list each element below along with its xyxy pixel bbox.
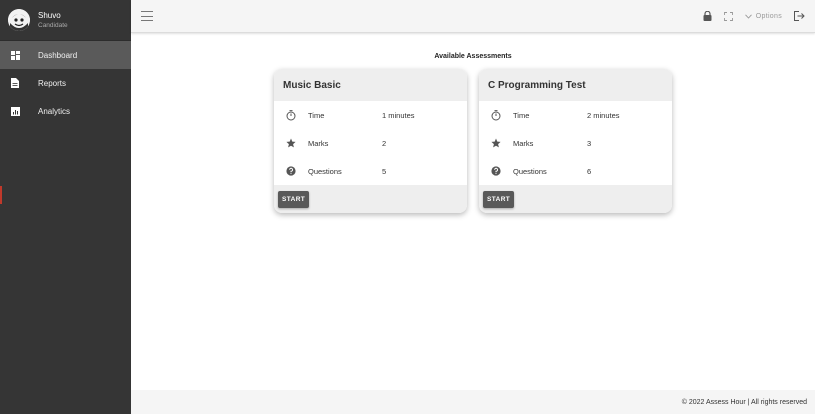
hamburger-icon	[141, 11, 153, 12]
card-row-value: 2 minutes	[587, 110, 620, 120]
top-bar-actions: Options	[703, 11, 815, 21]
sidebar-item-label: Dashboard	[38, 50, 78, 60]
user-name: Shuvo	[38, 10, 61, 20]
card-row-marks: Marks 3	[479, 129, 672, 157]
page-footer: © 2022 Assess Hour | All rights reserved	[131, 390, 815, 414]
card-row-value: 1 minutes	[382, 110, 415, 120]
sidebar-item-label: Analytics	[38, 106, 71, 116]
card-row-questions: Questions 6	[479, 157, 672, 185]
card-footer: START	[479, 185, 672, 213]
options-dropdown[interactable]: Options	[744, 12, 782, 20]
sidebar: Shuvo Candidate Dashboard Reports Analyt…	[0, 0, 131, 414]
dashboard-icon	[10, 50, 20, 60]
card-row-label: Questions	[513, 166, 547, 176]
chevron-down-icon	[744, 13, 752, 19]
star-icon	[274, 138, 308, 148]
page-title: Available Assessments	[434, 53, 512, 60]
card-row-label: Marks	[308, 138, 329, 148]
card-row-value: 6	[587, 166, 592, 176]
card-row-time: Time 1 minutes	[274, 101, 467, 129]
lock-icon[interactable]	[703, 11, 712, 21]
sidebar-item-reports[interactable]: Reports	[0, 69, 131, 97]
start-button[interactable]: START	[278, 190, 310, 208]
menu-toggle-button[interactable]	[141, 11, 153, 21]
card-row-value: 2	[382, 138, 387, 148]
fullscreen-icon[interactable]	[723, 11, 733, 21]
question-icon	[479, 166, 513, 176]
logout-icon[interactable]	[794, 11, 805, 21]
assessment-card: C Programming Test Time 2 minutes Marks …	[479, 69, 672, 213]
user-profile[interactable]: Shuvo Candidate	[0, 0, 131, 41]
card-row-questions: Questions 5	[274, 157, 467, 185]
card-row-label: Time	[308, 110, 325, 120]
start-button[interactable]: START	[483, 190, 515, 208]
document-icon	[10, 78, 20, 88]
card-row-value: 3	[587, 138, 592, 148]
card-title: C Programming Test	[479, 69, 672, 101]
question-icon	[274, 166, 308, 176]
card-row-marks: Marks 2	[274, 129, 467, 157]
card-row-label: Time	[513, 110, 530, 120]
top-bar: Options	[131, 0, 815, 33]
sidebar-item-dashboard[interactable]: Dashboard	[0, 41, 131, 69]
card-footer: START	[274, 185, 467, 213]
sidebar-accent-marker	[0, 186, 2, 204]
card-row-time: Time 2 minutes	[479, 101, 672, 129]
options-label: Options	[755, 12, 782, 20]
analytics-icon	[10, 106, 20, 116]
assessment-card: Music Basic Time 1 minutes Marks 2 Quest…	[274, 69, 467, 213]
avatar-face-icon	[8, 9, 30, 31]
user-role: Candidate	[38, 21, 68, 29]
copyright-text: © 2022 Assess Hour | All rights reserved	[681, 398, 807, 406]
card-title: Music Basic	[274, 69, 467, 101]
timer-icon	[479, 109, 513, 121]
star-icon	[479, 138, 513, 148]
app-root: Shuvo Candidate Dashboard Reports Analyt…	[0, 0, 815, 414]
card-row-value: 5	[382, 166, 387, 176]
avatar	[8, 9, 30, 31]
card-row-label: Marks	[513, 138, 534, 148]
timer-icon	[274, 109, 308, 121]
sidebar-item-label: Reports	[38, 78, 67, 88]
sidebar-item-analytics[interactable]: Analytics	[0, 97, 131, 125]
card-row-label: Questions	[308, 166, 342, 176]
